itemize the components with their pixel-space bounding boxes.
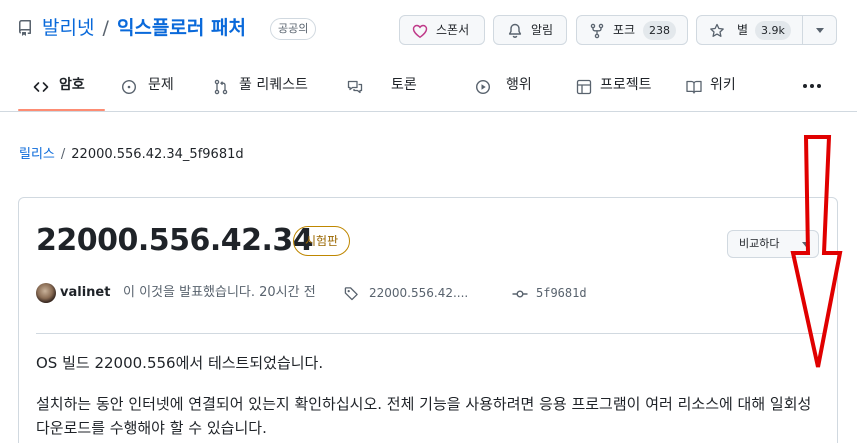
star-label: 별 — [737, 23, 749, 37]
notifications-button[interactable]: 알림 — [493, 15, 567, 45]
release-meta: valinet 이 이것을 발표했습니다. 20시간 전 22000.556.4… — [36, 281, 816, 303]
notifications-label: 알림 — [531, 23, 554, 37]
tab-issues-label: 문제 — [148, 77, 174, 93]
fork-count: 238 — [643, 21, 676, 40]
tag-icon — [344, 287, 358, 301]
repo-header: 발리넷 / 익스플로러 패처 공공의 스폰서 알림 포크 238 별 3.9k — [0, 0, 857, 58]
code-icon — [33, 82, 49, 92]
tab-projects-label: 프로젝트 — [600, 77, 652, 93]
actions-icon — [475, 79, 491, 95]
book-icon — [686, 80, 702, 94]
kebab-dot — [803, 84, 807, 88]
sponsor-button[interactable]: 스폰서 — [399, 15, 485, 45]
pull-request-icon — [214, 79, 228, 95]
prerelease-badge: 시험판 — [293, 226, 351, 256]
more-tabs-button[interactable] — [803, 84, 821, 88]
repo-title: 발리넷 / 익스플로러 패처 — [42, 14, 246, 42]
repo-separator: / — [102, 17, 109, 39]
fork-label: 포크 — [613, 23, 636, 37]
published-text: 이 이것을 발표했습니다. 20시간 전 — [123, 285, 316, 300]
repo-name-link[interactable]: 익스플로러 패처 — [117, 17, 246, 39]
breadcrumb-releases-link[interactable]: 릴리스 — [19, 147, 55, 162]
discussion-icon — [347, 80, 363, 94]
bell-icon — [508, 23, 522, 38]
fork-button[interactable]: 포크 238 — [576, 15, 688, 45]
author-link[interactable]: valinet — [60, 282, 110, 304]
commit-link[interactable]: 5f9681d — [536, 282, 587, 304]
tag-link[interactable]: 22000.556.42.... — [369, 282, 468, 304]
repo-icon — [18, 20, 31, 36]
kebab-dot — [817, 84, 821, 88]
tab-wiki-label: 위키 — [710, 77, 736, 93]
release-note-paragraph: 설치하는 동안 인터넷에 연결되어 있는지 확인하십시오. 전체 기능을 사용하… — [36, 395, 812, 437]
breadcrumb: 릴리스 / 22000.556.42.34_5f9681d — [19, 146, 244, 164]
release-card: 22000.556.42.34 시험판 비교하다 valinet 이 이것을 발… — [18, 197, 838, 443]
visibility-badge: 공공의 — [270, 18, 317, 40]
breadcrumb-separator: / — [60, 147, 66, 162]
active-tab-underline — [18, 109, 105, 111]
tab-actions-label: 행위 — [506, 77, 532, 93]
star-count: 3.9k — [755, 21, 791, 40]
sponsor-label: 스폰서 — [436, 23, 470, 37]
star-icon — [710, 23, 724, 37]
heart-icon — [412, 24, 428, 39]
star-list-dropdown[interactable] — [803, 16, 837, 44]
release-note-paragraph: OS 빌드 22000.556에서 테스트되었습니다. — [36, 354, 324, 372]
repo-nav: 암호 문제 풀 리퀘스트 토론 행위 프로젝트 위키 — [0, 58, 857, 112]
kebab-dot — [810, 84, 814, 88]
commit-icon — [512, 290, 528, 298]
issue-icon — [121, 79, 137, 95]
table-icon — [576, 79, 592, 95]
red-arrow-annotation — [790, 135, 843, 368]
star-button[interactable]: 별 3.9k — [697, 16, 802, 44]
compare-label: 비교하다 — [739, 237, 780, 250]
fork-icon — [590, 23, 604, 39]
divider — [36, 333, 826, 334]
tab-discussions-label: 토론 — [391, 77, 417, 93]
tab-pull-requests-label: 풀 리퀘스트 — [239, 77, 308, 93]
breadcrumb-current: 22000.556.42.34_5f9681d — [71, 147, 244, 162]
star-button-group: 별 3.9k — [696, 15, 837, 45]
tab-code-label: 암호 — [59, 77, 85, 93]
avatar[interactable] — [36, 283, 56, 303]
github-release-page: 발리넷 / 익스플로러 패처 공공의 스폰서 알림 포크 238 별 3.9k … — [0, 0, 857, 443]
chevron-down-icon — [816, 28, 824, 33]
repo-owner-link[interactable]: 발리넷 — [42, 17, 94, 39]
release-title[interactable]: 22000.556.42.34 — [36, 222, 314, 260]
